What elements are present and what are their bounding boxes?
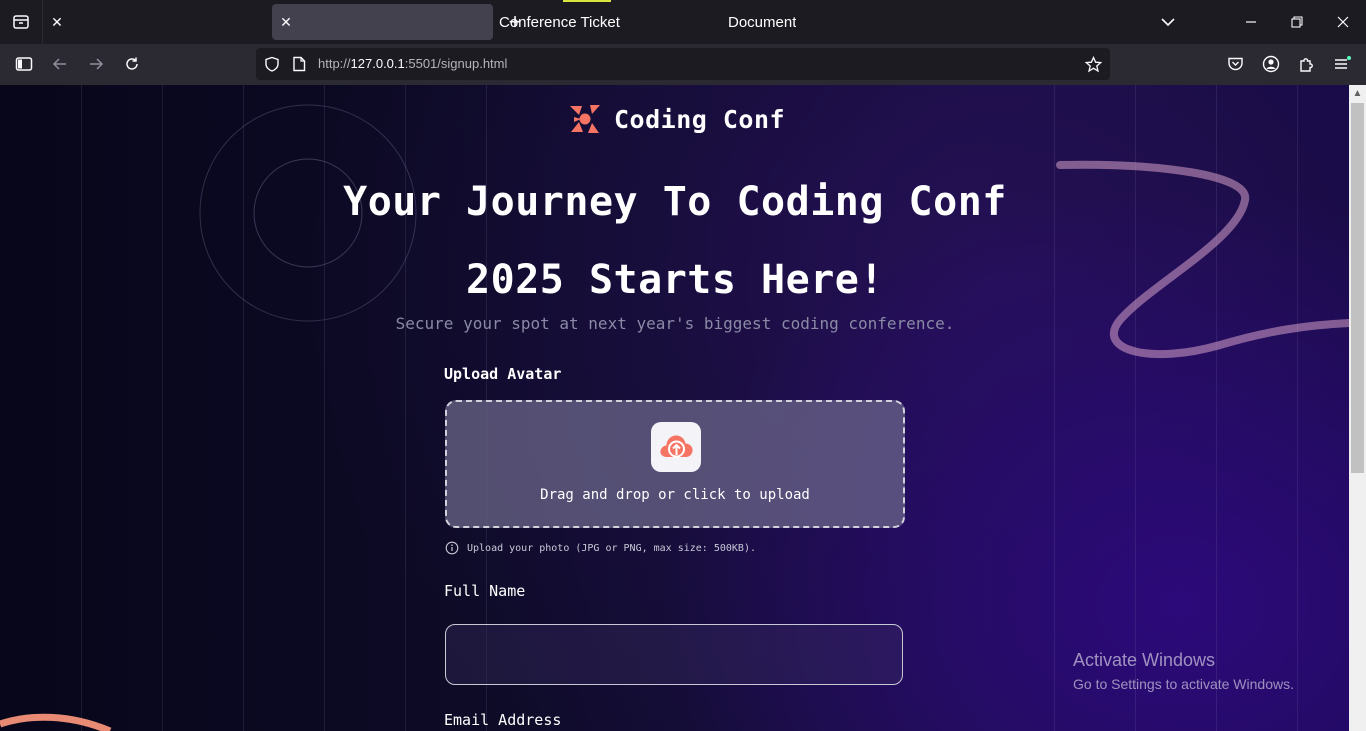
brand-logo: Coding Conf [568, 102, 785, 136]
sidebar-toggle-button[interactable] [9, 50, 39, 78]
page-icon[interactable] [292, 56, 306, 72]
tab-bar: Conference Ticket ✕ Document ✕ + [0, 0, 1366, 44]
scroll-up-arrow-icon[interactable]: ▲ [1349, 85, 1366, 102]
dropzone-text: Drag and drop or click to upload [540, 487, 810, 503]
page-title: Your Journey To Coding Conf 2025 Starts … [300, 163, 1050, 319]
background-line [81, 85, 82, 731]
navigation-toolbar: http://127.0.0.1:5501/signup.html [0, 44, 1366, 85]
url-prefix: http:// [318, 56, 351, 71]
tab-list-button[interactable] [0, 0, 43, 44]
upload-hint: Upload your photo (JPG or PNG, max size:… [445, 541, 756, 555]
reload-button[interactable] [117, 50, 147, 78]
bookmark-star-icon[interactable] [1085, 56, 1102, 73]
title-line-1: Your Journey To Coding Conf [343, 179, 1007, 225]
list-all-tabs-button[interactable] [1145, 0, 1191, 44]
activate-windows-title: Activate Windows [1073, 650, 1216, 670]
new-tab-button[interactable]: + [503, 8, 527, 36]
chevron-down-icon [1161, 18, 1175, 27]
vertical-scrollbar[interactable]: ▲ [1349, 85, 1366, 731]
tab-list-icon [13, 15, 29, 29]
decorative-squiggle [1056, 160, 1349, 359]
full-name-label: Full Name [444, 582, 526, 600]
email-label: Email Address [444, 711, 562, 729]
arrow-left-icon [52, 58, 66, 70]
tab-document[interactable]: Document ✕ [272, 4, 796, 40]
tab-title: Document [728, 13, 797, 31]
brand-name: Coding Conf [614, 104, 786, 134]
url-bar[interactable]: http://127.0.0.1:5501/signup.html [256, 48, 1110, 80]
extensions-button[interactable] [1291, 50, 1321, 78]
minimize-icon [1246, 21, 1256, 23]
restore-button[interactable] [1274, 0, 1320, 44]
decorative-arc [0, 713, 112, 731]
info-icon [445, 541, 459, 555]
reload-icon [126, 57, 138, 70]
restore-icon [1291, 16, 1303, 28]
upload-avatar-label: Upload Avatar [444, 365, 562, 383]
account-button[interactable] [1256, 50, 1286, 78]
hamburger-menu-icon [1335, 56, 1351, 69]
puzzle-icon [1299, 57, 1313, 72]
close-icon [1337, 16, 1349, 28]
sidebar-icon [15, 57, 33, 71]
title-line-2: 2025 Starts Here! [466, 257, 884, 303]
tab-conference-ticket[interactable]: Conference Ticket ✕ [43, 4, 620, 40]
full-name-input[interactable] [445, 624, 903, 685]
upload-hint-text: Upload your photo (JPG or PNG, max size:… [467, 542, 756, 554]
url-text[interactable]: http://127.0.0.1:5501/signup.html [318, 48, 507, 80]
pocket-icon [1227, 57, 1243, 71]
menu-button[interactable] [1327, 50, 1357, 78]
close-window-button[interactable] [1320, 0, 1366, 44]
avatar-dropzone[interactable]: Drag and drop or click to upload [445, 400, 905, 528]
pocket-button[interactable] [1220, 50, 1250, 78]
upload-icon [651, 422, 701, 472]
url-path: :5501/signup.html [404, 56, 508, 71]
background-line [162, 85, 163, 731]
close-tab-icon[interactable]: ✕ [272, 14, 300, 31]
close-tab-icon[interactable]: ✕ [43, 14, 71, 31]
scrollbar-thumb[interactable] [1351, 103, 1364, 473]
arrow-right-icon [90, 58, 104, 70]
url-host: 127.0.0.1 [350, 56, 405, 71]
account-icon [1262, 55, 1280, 73]
tab-indicator [563, 0, 611, 2]
coding-conf-logo-icon [570, 105, 600, 133]
activate-windows-subtitle: Go to Settings to activate Windows. [1073, 676, 1294, 692]
forward-button[interactable] [81, 50, 111, 78]
shield-icon[interactable] [264, 56, 280, 72]
page-subtitle: Secure your spot at next year's biggest … [395, 314, 955, 333]
minimize-button[interactable] [1228, 0, 1274, 44]
back-button[interactable] [45, 50, 75, 78]
page-viewport: Coding Conf Your Journey To Coding Conf … [0, 85, 1349, 731]
